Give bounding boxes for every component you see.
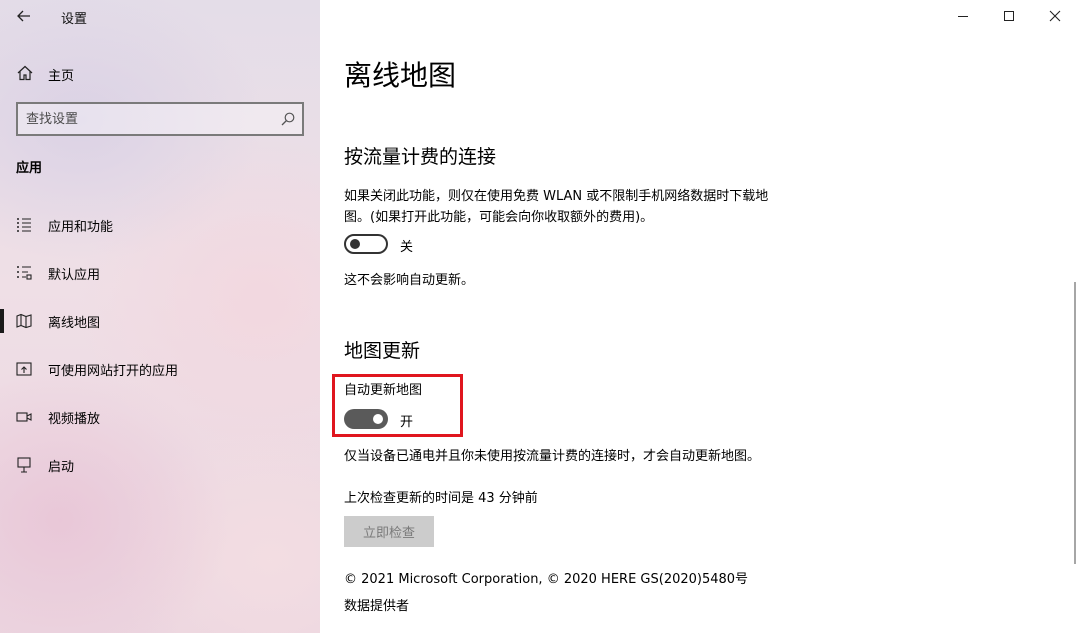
maximize-button[interactable] — [986, 0, 1032, 32]
close-icon — [1049, 10, 1061, 22]
metered-connection-heading: 按流量计费的连接 — [344, 146, 497, 168]
page-title: 离线地图 — [344, 59, 457, 92]
app-title: 设置 — [61, 12, 88, 27]
check-now-button[interactable]: 立即检查 — [344, 516, 434, 547]
minimize-button[interactable] — [940, 0, 986, 32]
sidebar-item-offline-maps[interactable]: 离线地图 — [0, 303, 320, 339]
map-updates-heading: 地图更新 — [344, 340, 421, 362]
sidebar-item-video-playback[interactable]: 视频播放 — [0, 399, 320, 435]
sidebar-item-label: 可使用网站打开的应用 — [48, 364, 179, 379]
toggle-knob — [350, 239, 360, 249]
close-button[interactable] — [1032, 0, 1078, 32]
section-heading: 应用 — [16, 161, 43, 176]
title-bar: 设置 — [0, 0, 320, 32]
sidebar-item-label: 应用和功能 — [48, 220, 114, 235]
sidebar-item-default-apps[interactable]: 默认应用 — [0, 255, 320, 291]
metered-toggle-state: 关 — [400, 240, 414, 255]
maximize-icon — [1004, 11, 1014, 21]
metered-connection-description: 如果关闭此功能，则仅在使用免费 WLAN 或不限制手机网络数据时下载地图。(如果… — [344, 189, 769, 225]
metered-note: 这不会影响自动更新。 — [344, 273, 475, 288]
last-check-text: 上次检查更新的时间是 43 分钟前 — [344, 491, 538, 506]
back-arrow-icon — [17, 10, 30, 22]
metered-download-toggle[interactable] — [344, 234, 388, 254]
sidebar-item-label: 视频播放 — [48, 412, 101, 427]
sidebar-item-label: 默认应用 — [48, 268, 101, 283]
default-apps-icon — [17, 266, 32, 280]
sidebar-item-startup[interactable]: 启动 — [0, 447, 320, 483]
map-icon — [16, 313, 32, 329]
sidebar-item-label: 启动 — [48, 460, 75, 475]
back-button[interactable] — [10, 4, 38, 28]
sidebar-item-home[interactable]: 主页 — [0, 58, 320, 88]
highlight-annotation — [332, 374, 463, 437]
sidebar-item-apps-for-websites[interactable]: 可使用网站打开的应用 — [0, 351, 320, 387]
minimize-icon — [958, 16, 968, 17]
search-box[interactable] — [16, 102, 304, 136]
search-input[interactable] — [26, 110, 266, 128]
main-content: 离线地图 按流量计费的连接 如果关闭此功能，则仅在使用免费 WLAN 或不限制手… — [320, 0, 1078, 633]
auto-update-description: 仅当设备已通电并且你未使用按流量计费的连接时，才会自动更新地图。 — [344, 449, 761, 464]
open-website-icon — [16, 362, 32, 376]
video-icon — [16, 412, 32, 422]
sidebar: 设置 主页 应用 应用和功能 默认应用 离 — [0, 0, 320, 633]
sidebar-item-label: 主页 — [48, 69, 75, 84]
list-icon — [17, 218, 31, 232]
sidebar-item-apps-features[interactable]: 应用和功能 — [0, 207, 320, 243]
search-icon[interactable] — [280, 111, 296, 127]
startup-icon — [17, 457, 31, 473]
home-icon — [17, 65, 33, 81]
scrollbar[interactable] — [1074, 282, 1076, 564]
data-providers-link[interactable]: 数据提供者 — [344, 596, 794, 617]
sidebar-item-label: 离线地图 — [48, 316, 101, 331]
copyright-text: © 2021 Microsoft Corporation, © 2020 HER… — [344, 572, 749, 587]
